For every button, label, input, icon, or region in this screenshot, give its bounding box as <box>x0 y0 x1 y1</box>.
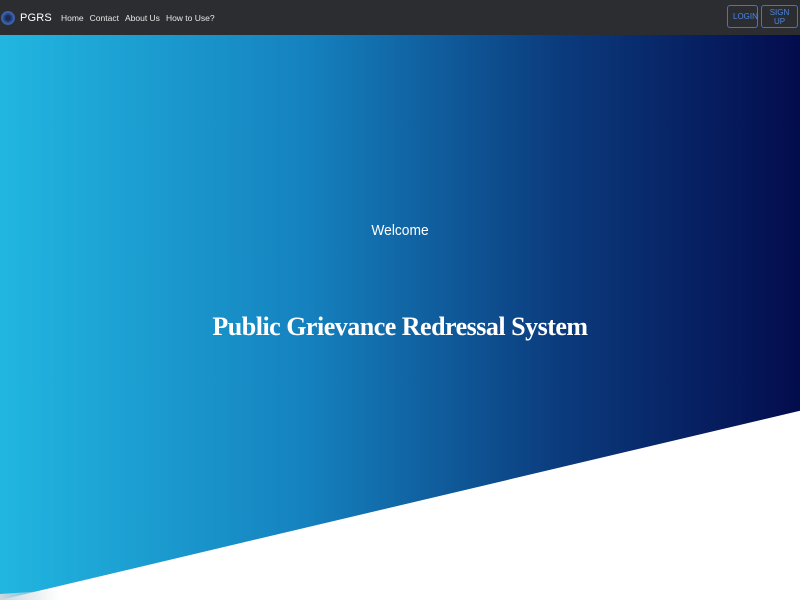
signup-button[interactable]: SIGN UP <box>761 5 798 28</box>
top-navbar: PGRS Home Contact About Us How to Use? L… <box>0 0 800 35</box>
nav-links: Home Contact About Us How to Use? <box>61 13 221 23</box>
nav-link-about-us[interactable]: About Us <box>125 13 160 23</box>
globe-logo-icon <box>1 10 15 25</box>
nav-link-contact[interactable]: Contact <box>90 13 119 23</box>
nav-link-home[interactable]: Home <box>61 13 84 23</box>
brand[interactable]: PGRS <box>1 10 52 25</box>
hero-welcome-text: Welcome <box>371 222 429 239</box>
login-button[interactable]: LOGIN <box>727 5 758 28</box>
auth-buttons: LOGIN SIGN UP <box>727 5 798 28</box>
brand-name: PGRS <box>20 11 52 24</box>
hero-title: Public Grievance Redressal System <box>212 312 588 341</box>
nav-link-how-to-use[interactable]: How to Use? <box>166 13 215 23</box>
